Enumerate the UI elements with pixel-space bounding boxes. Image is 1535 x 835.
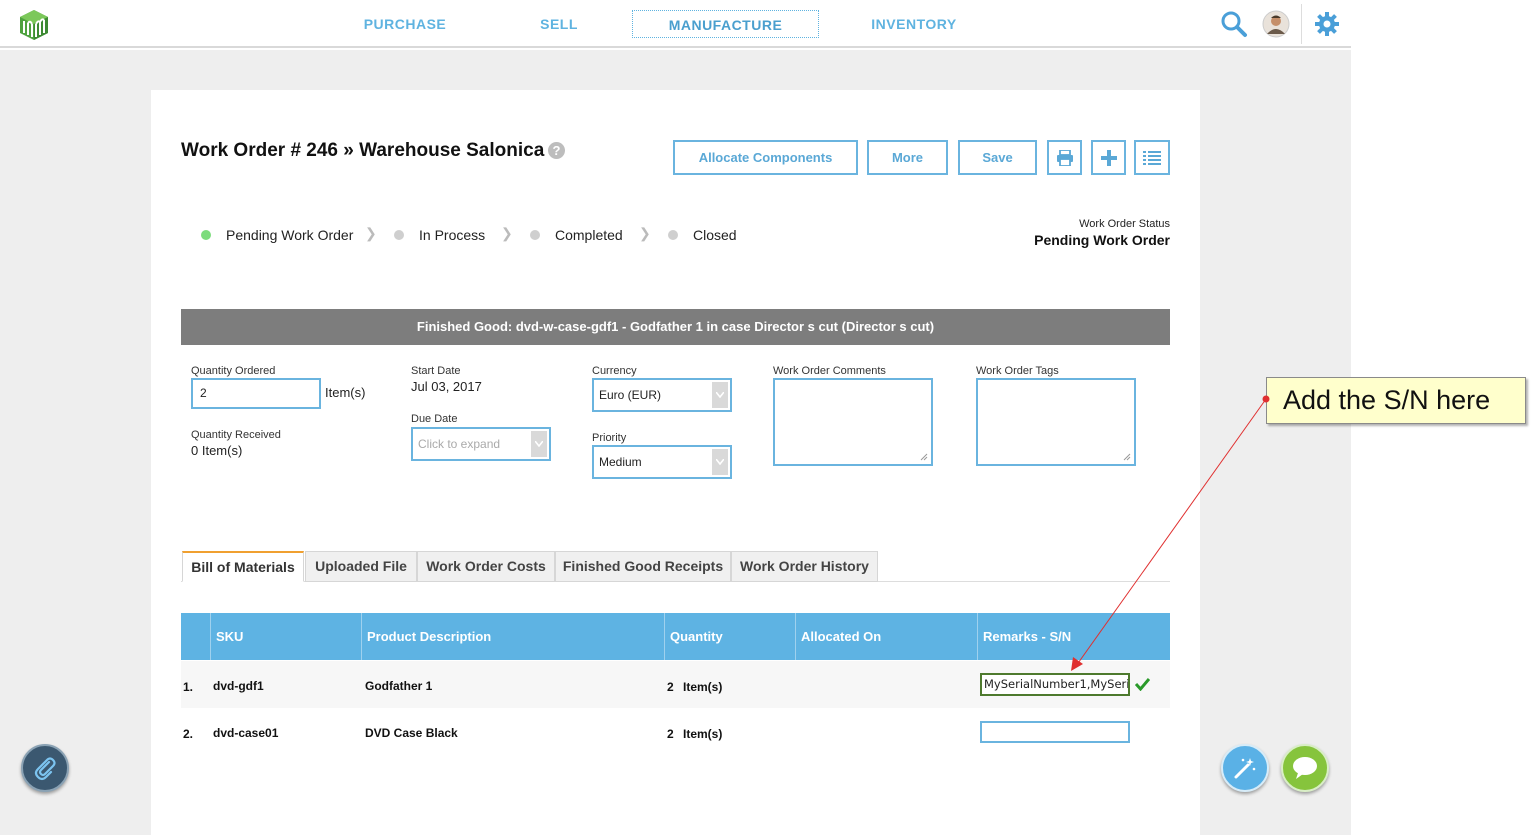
chevron-down-icon — [712, 449, 728, 475]
chat-button[interactable] — [1281, 744, 1329, 792]
plus-icon — [1100, 149, 1117, 166]
remarks-sn-input[interactable]: MySerialNumber1,MySerialN — [980, 673, 1130, 696]
priority-label: Priority — [592, 432, 627, 444]
attachment-button[interactable] — [21, 744, 69, 792]
row-sku: dvd-gdf1 — [213, 679, 264, 693]
due-date-placeholder: Click to expand — [418, 437, 501, 451]
column-header-product-description[interactable]: Product Description — [361, 613, 664, 660]
row-sku: dvd-case01 — [213, 726, 279, 740]
more-button[interactable]: More — [867, 140, 948, 175]
print-button[interactable] — [1047, 140, 1082, 175]
annotation-callout: Add the S/N here — [1266, 377, 1526, 424]
list-icon — [1143, 150, 1161, 165]
tab-uploaded-file[interactable]: Uploaded File — [305, 551, 417, 582]
chevron-right-icon: ❯ — [639, 225, 651, 241]
quantity-received-value: 0 Item(s) — [191, 443, 243, 458]
quantity-received-label: Quantity Received — [191, 429, 281, 441]
status-dot-closed — [668, 230, 678, 240]
currency-label: Currency — [592, 365, 637, 377]
work-order-status-value: Pending Work Order — [1034, 232, 1170, 248]
row-quantity-unit: Item(s) — [683, 680, 723, 694]
nav-purchase[interactable]: PURCHASE — [345, 10, 465, 38]
navbar-divider — [1301, 4, 1302, 44]
start-date-value: Jul 03, 2017 — [411, 379, 482, 394]
status-dot-completed — [530, 230, 540, 240]
work-order-status-label: Work Order Status — [1079, 218, 1170, 230]
tags-textarea[interactable] — [976, 378, 1136, 466]
quantity-unit: Item(s) — [325, 385, 366, 400]
currency-select[interactable]: Euro (EUR) — [592, 378, 732, 412]
resize-grip-icon[interactable] — [1123, 453, 1131, 461]
gear-icon[interactable] — [1313, 10, 1341, 38]
status-step-completed: Completed — [555, 227, 623, 243]
column-header-remarks[interactable]: Remarks - S/N — [977, 613, 1170, 660]
paperclip-icon — [34, 757, 56, 781]
help-icon[interactable]: ? — [548, 142, 565, 159]
row-number: 1. — [183, 680, 194, 694]
quantity-ordered-label: Quantity Ordered — [191, 365, 276, 377]
due-date-select[interactable]: Click to expand — [411, 427, 551, 461]
magic-wand-button[interactable] — [1221, 744, 1269, 792]
allocate-components-button[interactable]: Allocate Components — [673, 140, 858, 175]
add-button[interactable] — [1091, 140, 1126, 175]
status-step-in-process: In Process — [419, 227, 486, 243]
cube-logo-icon[interactable] — [18, 9, 50, 41]
status-dot-pending — [201, 230, 211, 240]
column-header-quantity[interactable]: Quantity — [664, 613, 795, 660]
column-header-sku[interactable]: SKU — [210, 613, 362, 660]
status-step-pending: Pending Work Order — [226, 227, 354, 243]
chevron-right-icon: ❯ — [501, 225, 513, 241]
checkmark-icon[interactable] — [1134, 677, 1151, 696]
save-button[interactable]: Save — [958, 140, 1037, 175]
comments-textarea[interactable] — [773, 378, 933, 466]
remarks-sn-input[interactable] — [980, 721, 1130, 743]
chevron-down-icon — [531, 431, 547, 457]
priority-value: Medium — [599, 455, 642, 469]
chevron-right-icon: ❯ — [365, 225, 377, 241]
row-quantity: 2 — [667, 727, 674, 741]
resize-grip-icon[interactable] — [920, 453, 928, 461]
nav-sell[interactable]: SELL — [510, 10, 608, 38]
row-description: Godfather 1 — [365, 679, 433, 693]
tab-work-order-history[interactable]: Work Order History — [731, 551, 878, 582]
chat-bubble-icon — [1293, 757, 1317, 779]
tab-finished-good-receipts[interactable]: Finished Good Receipts — [555, 551, 731, 582]
currency-value: Euro (EUR) — [599, 388, 662, 402]
comments-label: Work Order Comments — [773, 365, 886, 377]
page-title: Work Order # 246 » Warehouse Salonica — [181, 140, 545, 161]
tags-label: Work Order Tags — [976, 365, 1059, 377]
search-icon[interactable] — [1220, 10, 1248, 38]
magic-wand-icon — [1234, 758, 1256, 779]
status-dot-in-process — [394, 230, 404, 240]
avatar[interactable] — [1262, 10, 1290, 38]
start-date-label: Start Date — [411, 365, 461, 377]
list-button[interactable] — [1134, 140, 1170, 175]
row-number: 2. — [183, 727, 194, 741]
due-date-label: Due Date — [411, 413, 458, 425]
column-header-allocated-on[interactable]: Allocated On — [795, 613, 977, 660]
nav-manufacture[interactable]: MANUFACTURE — [632, 10, 819, 38]
row-description: DVD Case Black — [365, 726, 458, 740]
top-navbar: PURCHASE SELL MANUFACTURE INVENTORY — [0, 0, 1351, 48]
nav-inventory[interactable]: INVENTORY — [854, 10, 974, 38]
row-quantity-unit: Item(s) — [683, 727, 723, 741]
finished-good-banner: Finished Good: dvd-w-case-gdf1 - Godfath… — [181, 309, 1170, 345]
chevron-down-icon — [712, 382, 728, 408]
row-quantity: 2 — [667, 680, 674, 694]
printer-icon — [1056, 149, 1073, 166]
tab-work-order-costs[interactable]: Work Order Costs — [417, 551, 555, 582]
tab-bill-of-materials[interactable]: Bill of Materials — [182, 551, 304, 582]
priority-select[interactable]: Medium — [592, 445, 732, 479]
status-step-closed: Closed — [693, 227, 737, 243]
quantity-ordered-input[interactable]: 2 — [191, 378, 321, 409]
